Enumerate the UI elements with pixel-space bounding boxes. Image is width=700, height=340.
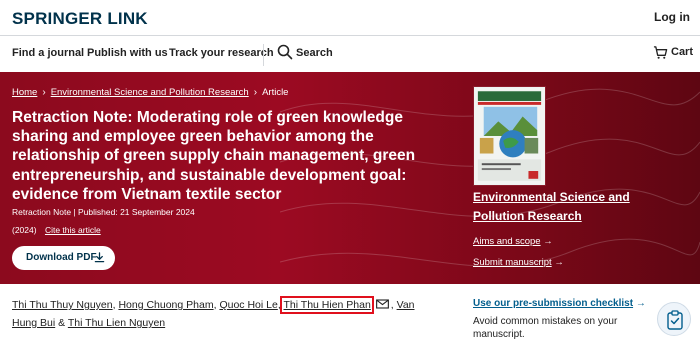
- author-link[interactable]: Thi Thu Lien Nguyen: [68, 317, 165, 329]
- aims-scope-link[interactable]: Aims and scope →: [473, 236, 553, 247]
- submit-manuscript-label: Submit manuscript: [473, 257, 552, 268]
- chevron-right-icon: ›: [42, 87, 46, 98]
- pre-submission-checklist-link[interactable]: Use our pre-submission checklist →: [473, 298, 646, 309]
- download-icon: [94, 252, 105, 263]
- author-link[interactable]: Thi Thu Thuy Nguyen: [12, 299, 113, 311]
- breadcrumb-article: Article: [262, 87, 289, 98]
- breadcrumb: Home › Environmental Science and Pollution…: [12, 87, 288, 98]
- submit-manuscript-link[interactable]: Submit manuscript →: [473, 257, 564, 268]
- author-link[interactable]: Hong Chuong Pham: [118, 299, 213, 311]
- checklist-label: Use our pre-submission checklist: [473, 298, 634, 309]
- article-meta: Retraction Note | Published: 21 Septembe…: [12, 207, 195, 217]
- nav-divider: [263, 44, 264, 66]
- author-separator: &: [55, 317, 68, 329]
- arrow-right-icon: →: [554, 257, 564, 268]
- article-year-row: (2024) Cite this article: [12, 225, 101, 235]
- chevron-right-icon: ›: [253, 87, 258, 98]
- login-link[interactable]: Log in: [654, 10, 690, 24]
- arrow-right-icon: →: [543, 236, 553, 247]
- article-type: Retraction Note: [12, 207, 72, 217]
- article-year: (2024): [12, 225, 37, 235]
- main-nav: Find a journal Publish with us Track you…: [0, 36, 700, 72]
- checklist-floating-button[interactable]: [657, 302, 691, 336]
- author-link[interactable]: Quoc Hoi Le: [219, 299, 277, 311]
- breadcrumb-home[interactable]: Home: [12, 87, 37, 98]
- checklist-description: Avoid common mistakes on your manuscript…: [473, 316, 618, 340]
- journal-cover-image[interactable]: [473, 86, 546, 186]
- nav-track-research[interactable]: Track your research: [169, 47, 274, 59]
- journal-name-link[interactable]: Environmental Science and Pollution Rese…: [473, 188, 683, 226]
- download-pdf-button[interactable]: Download PDF: [12, 246, 115, 270]
- springer-link-logo[interactable]: SPRINGER LINK: [12, 9, 148, 29]
- download-pdf-label: Download PDF: [26, 252, 97, 263]
- author-link-highlighted[interactable]: Thi Thu Hien Phan: [280, 296, 374, 314]
- cite-article-link[interactable]: Cite this article: [45, 225, 101, 235]
- clipboard-check-icon: [667, 310, 683, 330]
- article-title: Retraction Note: Moderating role of gree…: [12, 109, 416, 203]
- arrow-right-icon: →: [635, 298, 646, 309]
- aims-scope-label: Aims and scope: [473, 236, 541, 247]
- mail-icon[interactable]: [375, 299, 389, 309]
- top-header: SPRINGER LINK Log in: [0, 0, 700, 36]
- search-label: Search: [296, 47, 333, 59]
- nav-publish-with-us[interactable]: Publish with us: [87, 47, 168, 59]
- cart-label: Cart: [671, 46, 694, 58]
- cart-icon: [653, 46, 668, 59]
- nav-find-journal[interactable]: Find a journal: [12, 47, 84, 59]
- article-hero: Home › Environmental Science and Pollution…: [0, 72, 700, 284]
- published-date: Published: 21 September 2024: [78, 207, 195, 217]
- author-list: Thi Thu Thuy Nguyen, Hong Chuong Pham, Q…: [12, 296, 442, 332]
- search-icon: [277, 44, 293, 60]
- breadcrumb-journal[interactable]: Environmental Science and Pollution Rese…: [51, 87, 249, 98]
